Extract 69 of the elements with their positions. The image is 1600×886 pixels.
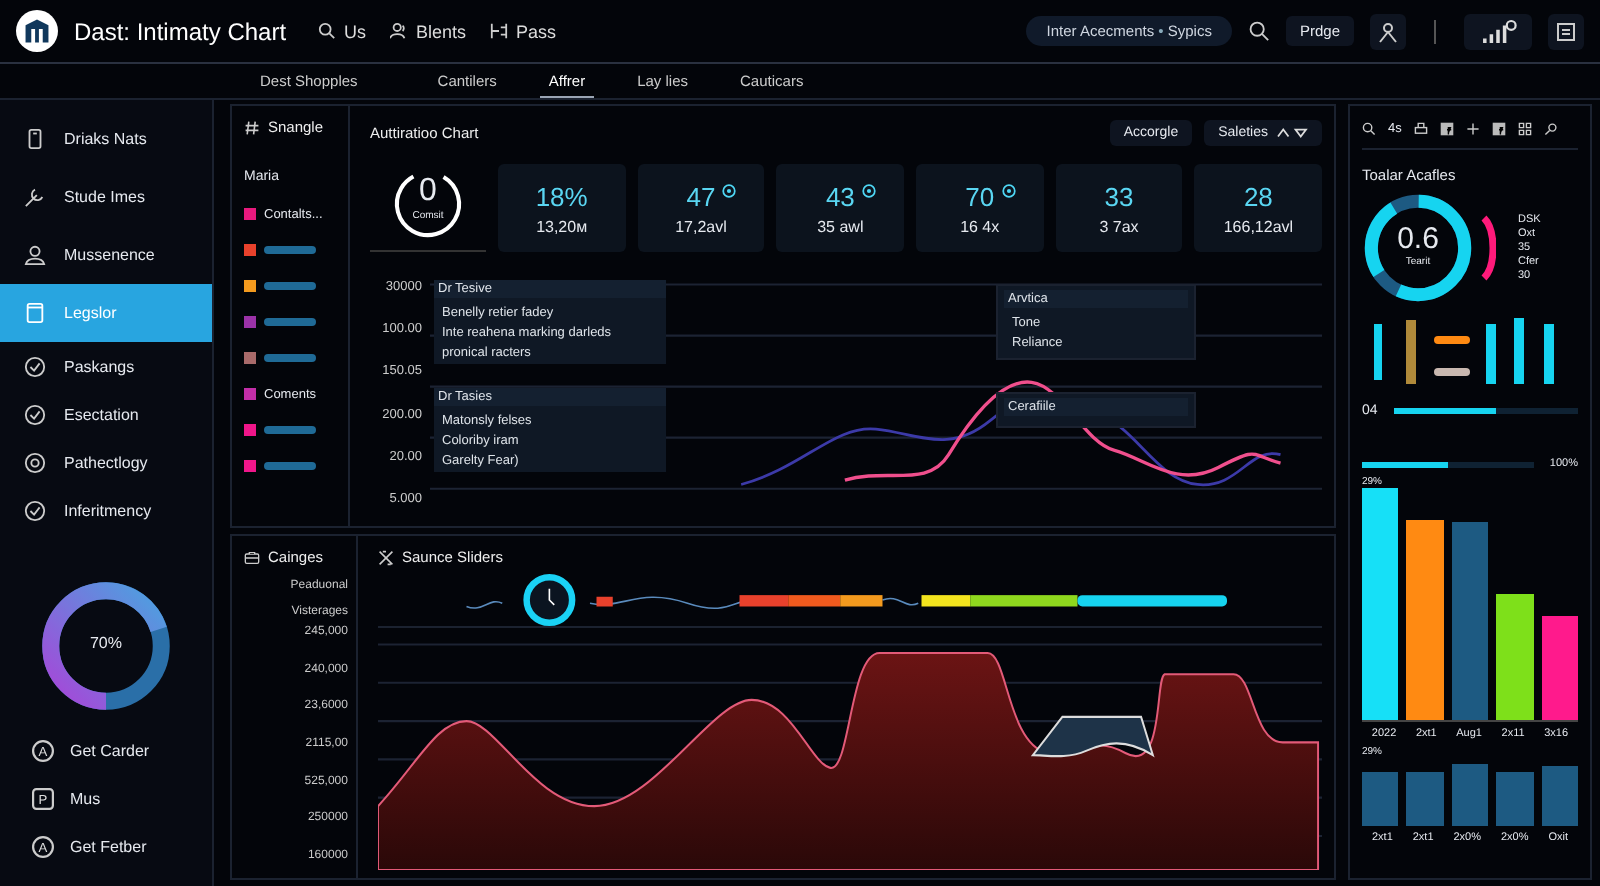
grid-icon[interactable] (1517, 121, 1532, 135)
caret-icon (1276, 125, 1308, 139)
target-icon (1001, 184, 1016, 198)
search-icon[interactable] (1362, 121, 1376, 135)
bar (1362, 771, 1399, 826)
kpi-subvalue: 166,12avl (1223, 217, 1294, 235)
legend-bar (264, 354, 316, 362)
sidebar-item[interactable]: Pathectlogy (0, 438, 212, 486)
app-title: Dast: Intimaty Chart (74, 17, 287, 45)
check-icon (24, 403, 46, 425)
kpi-value: 28 (1243, 181, 1273, 211)
kpi-subvalue: 17,2avl (675, 217, 727, 235)
legend-bar (264, 282, 316, 290)
nav-link[interactable]: Blents (390, 21, 467, 41)
bar (1541, 766, 1579, 826)
bar (1406, 771, 1444, 826)
sidebar-item[interactable]: Esectation (0, 390, 212, 438)
logo-icon (16, 10, 58, 52)
bracket-icon (490, 22, 509, 40)
target-icon (722, 184, 737, 198)
page-icon (24, 302, 46, 324)
nav-link[interactable]: Us (318, 21, 367, 41)
arc-icon (1480, 214, 1496, 282)
sidebar-item[interactable]: Paskangs (0, 342, 212, 390)
kpi-subvalue: 13,20м (536, 217, 588, 235)
search-icon (318, 22, 337, 40)
sidebar-item[interactable]: Driaks Nats (0, 110, 212, 168)
wrench-icon (24, 186, 46, 208)
legend-bar (264, 318, 316, 326)
percent-label: 70% (87, 634, 124, 652)
legend-bar (264, 246, 316, 254)
nav-link[interactable]: Pass (490, 21, 557, 41)
sidebar-item[interactable]: Stude Imes (0, 168, 212, 226)
kpi-value: 33 (1104, 181, 1134, 211)
legend-bar (264, 462, 316, 470)
kpi-value: 70 (965, 181, 995, 211)
hash-icon (244, 119, 260, 135)
calendar-icon[interactable] (1548, 13, 1584, 49)
donut-chart (38, 578, 174, 714)
people-icon (390, 22, 409, 40)
signal-icon[interactable] (1464, 13, 1532, 49)
kpi-subvalue: 16 4x (960, 217, 1000, 235)
circle-icon (24, 451, 46, 473)
person-icon (24, 244, 46, 266)
kpi-value: 43 (825, 181, 855, 211)
check-icon (24, 499, 46, 521)
plus-icon[interactable] (1465, 121, 1480, 135)
kpi-value: 47 (686, 181, 716, 211)
kpi-subvalue: 3 7ax (1099, 217, 1139, 235)
person-icon[interactable] (1370, 13, 1406, 49)
kpi-subvalue: 35 awl (817, 217, 864, 235)
sidebar-item[interactable]: Mussenence (0, 226, 212, 284)
bar (1496, 771, 1534, 826)
key-icon[interactable] (1543, 121, 1558, 135)
search-icon[interactable] (1247, 20, 1270, 42)
legend-bar (264, 426, 316, 434)
bar (1451, 764, 1489, 826)
target-icon (862, 184, 877, 198)
square-f-icon[interactable] (1491, 121, 1506, 135)
sidebar-item[interactable]: Inferitmency (0, 486, 212, 534)
briefcase-icon (244, 549, 260, 565)
bar (1541, 615, 1579, 720)
kpi-value: 18% (535, 181, 588, 211)
square-f-icon[interactable] (1439, 121, 1454, 135)
check-icon (24, 355, 46, 377)
tools-icon (378, 549, 394, 565)
printer-icon[interactable] (1413, 121, 1428, 135)
phone-icon (24, 128, 46, 150)
bar (1496, 594, 1534, 720)
